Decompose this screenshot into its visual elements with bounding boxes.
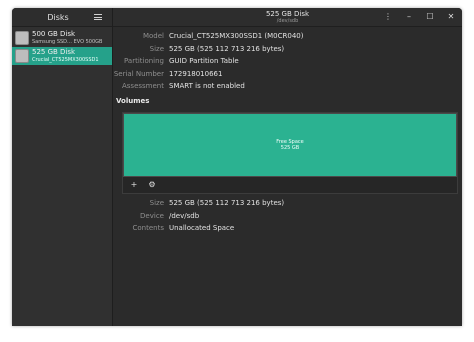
- info-value: 525 GB (525 112 713 216 bytes): [169, 199, 285, 208]
- maximize-icon[interactable]: ☐: [425, 11, 435, 21]
- disk-name: 500 GB Disk: [32, 30, 76, 38]
- add-partition-icon[interactable]: +: [127, 178, 141, 191]
- info-row-size: Size 525 GB (525 112 713 216 bytes): [113, 43, 303, 56]
- disks-window: Disks 500 GB Disk Samsung SSD… EVO 500GB…: [12, 8, 462, 326]
- hamburger-menu-icon[interactable]: [94, 14, 102, 20]
- sidebar: Disks 500 GB Disk Samsung SSD… EVO 500GB…: [12, 8, 113, 326]
- volume-row-device: Device /dev/sdb: [113, 210, 284, 223]
- free-space-volume[interactable]: Free Space 525 GB: [123, 113, 457, 177]
- info-label: Assessment: [122, 82, 164, 91]
- info-row-partitioning: Partitioning GUID Partition Table: [113, 55, 303, 68]
- close-icon[interactable]: ✕: [446, 11, 456, 21]
- volume-toolbar: + ⚙: [127, 178, 159, 191]
- disk-item-500gb[interactable]: 500 GB Disk Samsung SSD… EVO 500GB: [12, 29, 112, 47]
- info-label: Device: [140, 211, 164, 220]
- info-value: 172918010661: [169, 69, 223, 78]
- info-row-model: Model Crucial_CT525MX300SSD1 (M0CR040): [113, 30, 304, 43]
- info-value: Crucial_CT525MX300SSD1 (M0CR040): [169, 32, 304, 41]
- info-value: SMART is not enabled: [169, 82, 245, 91]
- info-value: Unallocated Space: [169, 224, 235, 233]
- sidebar-title: Disks: [47, 12, 69, 22]
- info-label: Size: [149, 199, 164, 208]
- info-label: Contents: [132, 224, 165, 233]
- volumes-map: Free Space 525 GB + ⚙: [122, 112, 458, 194]
- disk-model: Samsung SSD… EVO 500GB: [32, 39, 103, 45]
- volume-size: 525 GB: [280, 145, 300, 151]
- info-row-serial: Serial Number 172918010661: [113, 68, 303, 81]
- drive-icon: [15, 31, 29, 45]
- disk-info: Model Crucial_CT525MX300SSD1 (M0CR040) S…: [113, 30, 304, 93]
- info-label: Size: [149, 44, 164, 53]
- disk-item-525gb[interactable]: 525 GB Disk Crucial_CT525MX300SSD1: [12, 47, 112, 65]
- volume-row-contents: Contents Unallocated Space: [113, 222, 284, 235]
- info-label: Partitioning: [124, 57, 164, 66]
- minimize-icon[interactable]: –: [404, 11, 414, 21]
- info-value: 525 GB (525 112 713 216 bytes): [169, 44, 285, 53]
- drive-icon: [15, 49, 29, 63]
- main-panel: 525 GB Disk /dev/sdb ⋮ – ☐ ✕ Model Cruci…: [113, 8, 462, 326]
- info-label: Serial Number: [113, 69, 164, 78]
- volumes-heading: Volumes: [116, 97, 150, 105]
- info-value: /dev/sdb: [169, 211, 200, 220]
- volume-info: Size 525 GB (525 112 713 216 bytes) Devi…: [113, 197, 285, 235]
- settings-icon[interactable]: ⚙: [145, 178, 159, 191]
- sidebar-header: Disks: [12, 8, 112, 27]
- kebab-menu-icon[interactable]: ⋮: [383, 11, 393, 21]
- info-value: GUID Partition Table: [169, 57, 239, 66]
- disk-name: 525 GB Disk: [32, 48, 76, 56]
- disk-model: Crucial_CT525MX300SSD1: [32, 57, 99, 63]
- info-label: Model: [142, 32, 164, 41]
- volume-row-size: Size 525 GB (525 112 713 216 bytes): [113, 197, 285, 210]
- info-row-assessment: Assessment SMART is not enabled: [113, 80, 303, 93]
- titlebar: 525 GB Disk /dev/sdb ⋮ – ☐ ✕: [113, 8, 462, 27]
